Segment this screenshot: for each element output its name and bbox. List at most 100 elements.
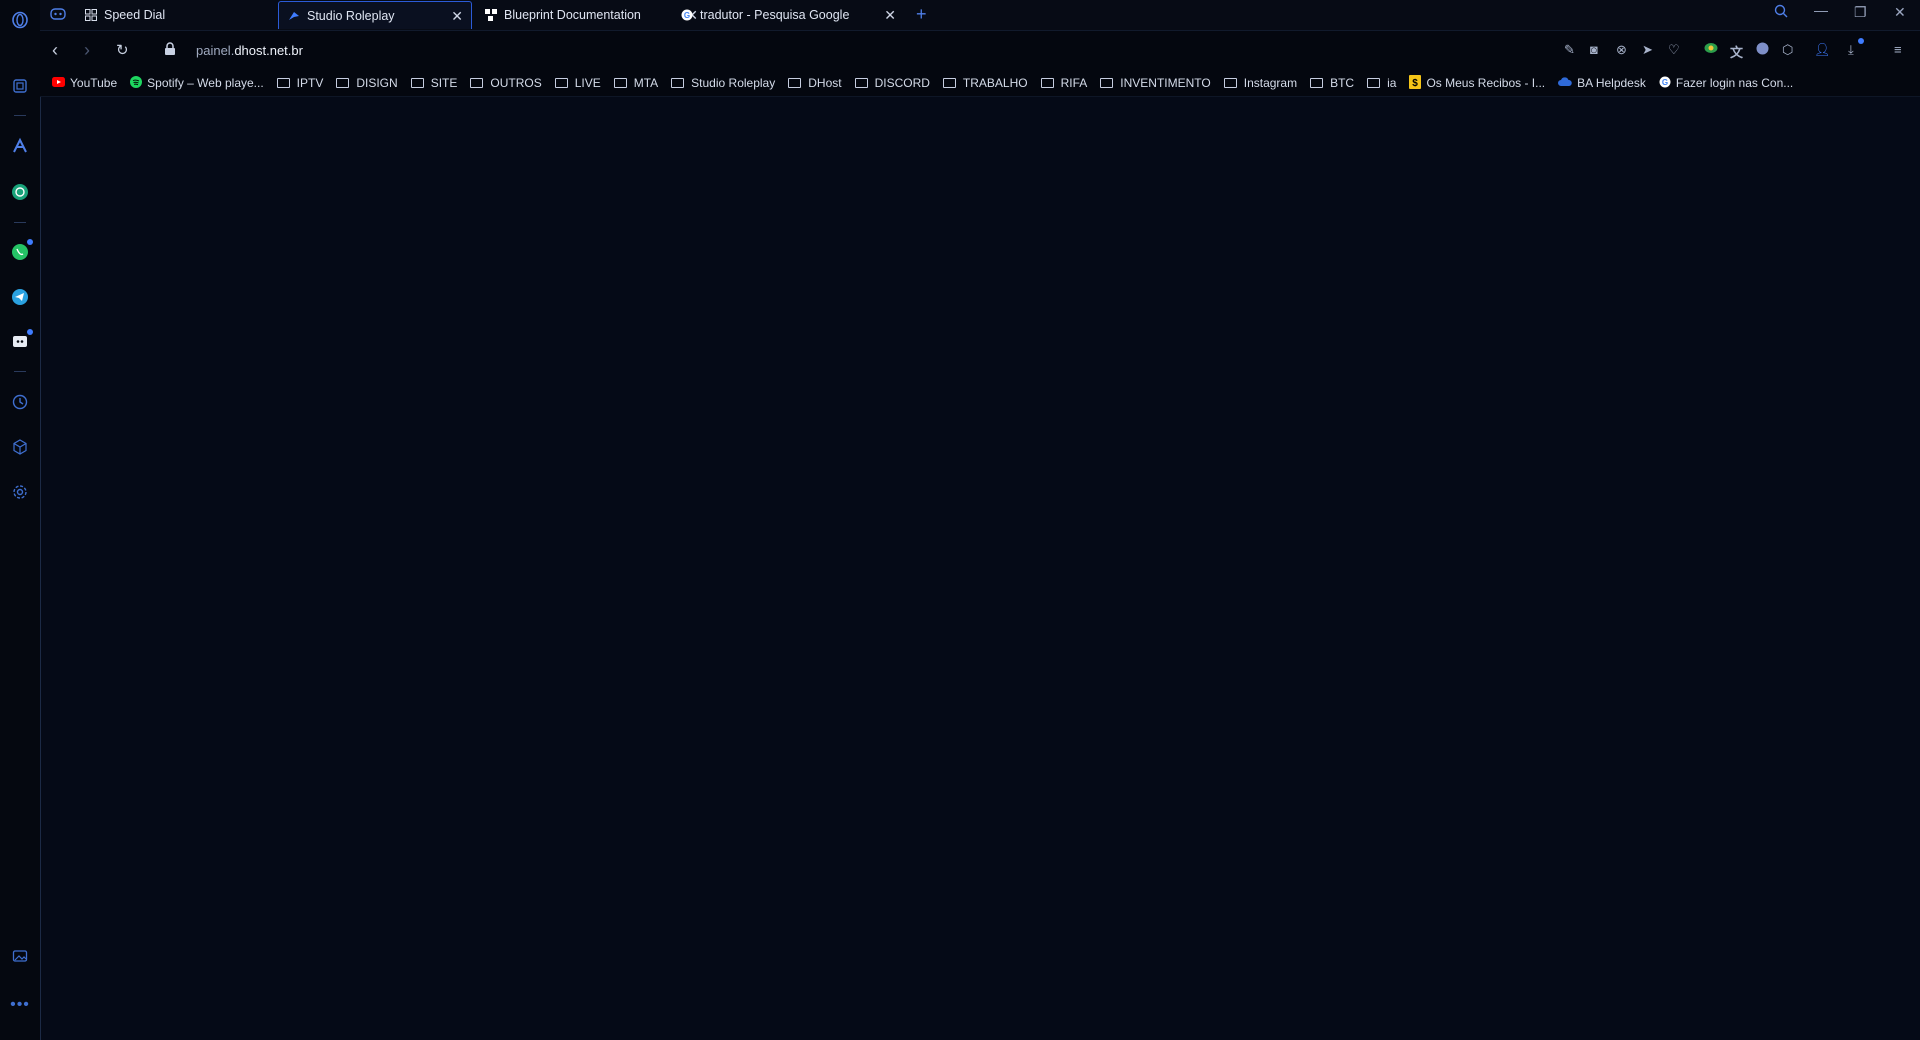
bookmark-folder[interactable]: INVENTIMENTO — [1100, 76, 1211, 90]
discord-icon[interactable] — [8, 329, 33, 354]
easy-menu-icon[interactable]: ≡ — [1894, 42, 1902, 57]
bookmark-item[interactable]: Spotify – Web playe... — [130, 75, 264, 91]
bookmark-label: OUTROS — [490, 76, 542, 90]
bookmark-folder[interactable]: OUTROS — [470, 76, 542, 90]
tab-speed-dial[interactable]: Speed Dial ✕ — [76, 1, 308, 29]
bookmark-label: DISCORD — [874, 76, 930, 90]
bookmark-heart-icon[interactable]: ♡ — [1668, 42, 1680, 58]
bookmark-label: DISIGN — [356, 76, 398, 90]
bookmark-label: Instagram — [1243, 76, 1298, 90]
google-icon: G — [1659, 76, 1671, 91]
bookmark-folder[interactable]: DISIGN — [336, 76, 398, 90]
google-icon: G — [680, 8, 694, 22]
sidebar-separator — [14, 222, 26, 223]
bookmark-folder[interactable]: Instagram — [1223, 76, 1298, 90]
youtube-icon — [52, 76, 65, 90]
bookmark-folder[interactable]: TRABALHO — [942, 76, 1028, 90]
bookmark-folder[interactable]: DHost — [788, 76, 842, 90]
sidebar-separator — [14, 115, 26, 116]
bookmark-folder[interactable]: Studio Roleplay — [671, 76, 775, 90]
new-tab-button[interactable]: + — [916, 4, 927, 25]
translate-extension-icon[interactable]: 文 — [1730, 42, 1743, 61]
bookmark-folder[interactable]: ia — [1367, 76, 1396, 90]
bookmark-label: BA Helpdesk — [1577, 76, 1646, 90]
vpn-extension-icon[interactable] — [1704, 42, 1718, 57]
folder-icon — [1100, 78, 1114, 88]
bookmark-item[interactable]: BA Helpdesk — [1558, 76, 1646, 90]
tab-title: Studio Roleplay — [307, 8, 395, 23]
snapshot-icon[interactable]: ◙ — [1590, 42, 1598, 57]
spotify-icon — [130, 75, 143, 91]
gallery-icon[interactable] — [8, 944, 32, 968]
telegram-icon[interactable] — [8, 285, 32, 309]
minimize-button[interactable]: — — [1814, 2, 1828, 18]
opera-logo-icon[interactable] — [8, 8, 32, 32]
folder-icon — [788, 78, 802, 88]
bookmark-folder[interactable]: MTA — [613, 76, 659, 90]
bookmark-folder[interactable]: LIVE — [554, 76, 601, 90]
lock-icon[interactable] — [164, 42, 176, 61]
tab-strip: Speed Dial ✕ Studio Roleplay ✕ Blueprint… — [40, 0, 1920, 30]
folder-icon — [1040, 78, 1054, 88]
bookmark-label: IPTV — [296, 76, 324, 90]
url-field[interactable]: painel.dhost.net.br — [196, 43, 303, 58]
search-tabs-icon[interactable] — [1774, 4, 1788, 21]
restore-button[interactable]: ❐ — [1854, 4, 1867, 21]
tab-menu-icon[interactable] — [50, 7, 66, 26]
send-icon[interactable]: ➤ — [1642, 42, 1653, 58]
back-button[interactable]: ‹ — [52, 40, 58, 61]
page-content — [41, 97, 1920, 1040]
settings-gear-icon[interactable] — [8, 480, 32, 504]
bookmark-label: LIVE — [574, 76, 601, 90]
bookmark-label: Spotify – Web playe... — [147, 76, 264, 90]
extensions-cube-icon[interactable] — [8, 435, 32, 459]
chatgpt-icon[interactable] — [8, 180, 32, 204]
close-window-button[interactable]: ✕ — [1894, 4, 1906, 21]
bookmark-label: SITE — [430, 76, 458, 90]
workspace-icon[interactable] — [8, 74, 32, 98]
bookmark-label: RIFA — [1060, 76, 1088, 90]
bookmark-folder[interactable]: BTC — [1310, 76, 1354, 90]
grid-icon — [84, 8, 98, 22]
forward-button[interactable]: › — [84, 40, 90, 61]
svg-text:G: G — [684, 11, 690, 20]
folder-icon — [854, 78, 868, 88]
bookmark-item[interactable]: $ Os Meus Recibos - I... — [1409, 74, 1545, 92]
aria-icon[interactable] — [8, 134, 32, 158]
tab-title: Speed Dial — [104, 8, 166, 22]
whatsapp-icon[interactable] — [8, 239, 33, 264]
reload-button[interactable]: ↻ — [116, 41, 129, 59]
bookmark-folder[interactable]: DISCORD — [854, 76, 930, 90]
recibos-icon: $ — [1409, 74, 1422, 92]
tab-title: Blueprint Documentation — [504, 8, 641, 22]
bookmark-item[interactable]: G Fazer login nas Con... — [1659, 76, 1793, 91]
close-icon[interactable]: ✕ — [451, 8, 463, 25]
ad-blocker-icon[interactable]: ⊗ — [1616, 42, 1627, 58]
blueprint-icon — [484, 8, 498, 22]
folder-icon — [554, 78, 568, 88]
close-icon[interactable]: ✕ — [884, 7, 896, 24]
tab-studio-roleplay[interactable]: Studio Roleplay ✕ — [278, 1, 472, 29]
bookmark-label: Studio Roleplay — [691, 76, 776, 90]
downloads-icon[interactable]: ⤓ — [1848, 38, 1864, 58]
bookmark-label: MTA — [633, 76, 659, 90]
folder-icon — [613, 78, 627, 88]
bookmark-folder[interactable]: RIFA — [1040, 76, 1088, 90]
bookmark-folder[interactable]: SITE — [410, 76, 458, 90]
folder-icon — [1367, 78, 1381, 88]
bookmark-item[interactable]: YouTube — [52, 76, 117, 90]
folder-icon — [410, 78, 424, 88]
extensions-cube-icon[interactable]: ⬡ — [1782, 42, 1793, 58]
more-options-icon[interactable]: ••• — [8, 993, 32, 1017]
svg-text:$: $ — [1413, 78, 1419, 89]
folder-icon — [336, 78, 350, 88]
folder-icon — [671, 78, 685, 88]
svg-text:G: G — [1662, 78, 1668, 87]
bookmarks-bar: YouTube Spotify – Web playe... IPTV DISIGN S… — [40, 70, 1920, 97]
profile-extension-icon[interactable] — [1756, 42, 1769, 58]
history-icon[interactable] — [8, 390, 32, 414]
easy-setup-icon[interactable]: ✎ — [1564, 42, 1575, 58]
account-icon[interactable]: 👤︎ — [1814, 42, 1831, 58]
bookmark-folder[interactable]: IPTV — [276, 76, 324, 90]
tab-tradutor[interactable]: G tradutor - Pesquisa Google ✕ — [672, 1, 904, 29]
